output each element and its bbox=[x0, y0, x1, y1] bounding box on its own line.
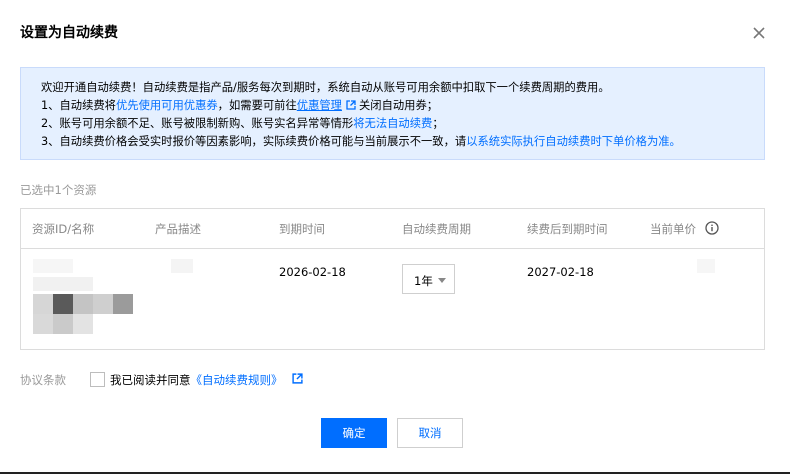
cannot-auto-renew-link[interactable]: 将无法自动续费 bbox=[353, 117, 432, 130]
redacted-resource-id bbox=[33, 259, 133, 334]
notice-text: 3、自动续费价格会受实时报价等因素影响，实际续费价格可能与当前展示不一致，请 bbox=[41, 135, 467, 148]
renew-period-select[interactable]: 1年 bbox=[402, 264, 455, 294]
notice-text: 关闭自动用券； bbox=[358, 99, 439, 112]
notice-line-1: 欢迎开通自动续费！自动续费是指产品/服务每次到期时，系统自动从账号可用余额中扣取… bbox=[41, 81, 610, 94]
coupon-priority-link[interactable]: 优先使用可用优惠券 bbox=[116, 99, 218, 112]
notice-line-4: 3、自动续费价格会受实时报价等因素影响，实际续费价格可能与当前展示不一致，请以系… bbox=[41, 133, 764, 151]
redacted-product-desc bbox=[171, 259, 193, 273]
table-header: 资源ID/名称 产品描述 到期时间 自动续费周期 续费后到期时间 当前单价 bbox=[21, 209, 764, 249]
confirm-button[interactable]: 确定 bbox=[321, 418, 387, 448]
header-product-desc: 产品描述 bbox=[155, 222, 201, 236]
agreement-text-label: 我已阅读并同意 bbox=[110, 373, 191, 387]
header-resource-id: 资源ID/名称 bbox=[32, 222, 95, 236]
renew-period-value: 1年 bbox=[414, 274, 433, 288]
expire-date: 2026-02-18 bbox=[279, 265, 346, 279]
info-icon[interactable] bbox=[705, 221, 719, 235]
notice-text: 1、自动续费将 bbox=[41, 99, 116, 112]
header-renew-period: 自动续费周期 bbox=[402, 222, 471, 236]
auto-renew-dialog: 设置为自动续费 欢迎开通自动续费！自动续费是指产品/服务每次到期时，系统自动从账… bbox=[0, 0, 790, 474]
external-link-icon[interactable] bbox=[346, 100, 356, 110]
notice-text: ； bbox=[432, 117, 444, 130]
cancel-button[interactable]: 取消 bbox=[397, 418, 463, 448]
coupon-management-link[interactable]: 优惠管理 bbox=[297, 99, 342, 112]
close-icon[interactable] bbox=[750, 24, 768, 42]
new-expire-date: 2027-02-18 bbox=[527, 265, 594, 279]
dialog-title: 设置为自动续费 bbox=[20, 25, 118, 41]
header-unit-price: 当前单价 bbox=[650, 222, 696, 236]
info-notice: 欢迎开通自动续费！自动续费是指产品/服务每次到期时，系统自动从账号可用余额中扣取… bbox=[20, 67, 765, 160]
redacted-unit-price bbox=[697, 259, 715, 273]
external-link-icon[interactable] bbox=[292, 373, 303, 384]
selected-count: 已选中1个资源 bbox=[20, 183, 97, 197]
actual-price-link[interactable]: 以系统实际执行自动续费时下单价格为准。 bbox=[466, 135, 681, 148]
header-new-expire-time: 续费后到期时间 bbox=[527, 222, 608, 236]
auto-renew-rules-link[interactable]: 《自动续费规则》 bbox=[191, 373, 283, 387]
chevron-down-icon bbox=[438, 278, 446, 283]
agreement-label: 协议条款 bbox=[20, 373, 66, 387]
notice-text: ，如需要可前往 bbox=[217, 99, 297, 112]
notice-line-2: 1、自动续费将优先使用可用优惠券，如需要可前往优惠管理 关闭自动用券； bbox=[41, 97, 764, 115]
notice-text: 2、账号可用余额不足、账号被限制新购、账号实名异常等情形 bbox=[41, 117, 354, 130]
notice-line-3: 2、账号可用余额不足、账号被限制新购、账号实名异常等情形将无法自动续费； bbox=[41, 115, 764, 133]
agreement-text: 我已阅读并同意《自动续费规则》 bbox=[110, 372, 283, 388]
agreement-checkbox[interactable] bbox=[90, 372, 105, 387]
resource-table: 资源ID/名称 产品描述 到期时间 自动续费周期 续费后到期时间 当前单价 20… bbox=[20, 208, 765, 350]
header-expire-time: 到期时间 bbox=[279, 222, 325, 236]
